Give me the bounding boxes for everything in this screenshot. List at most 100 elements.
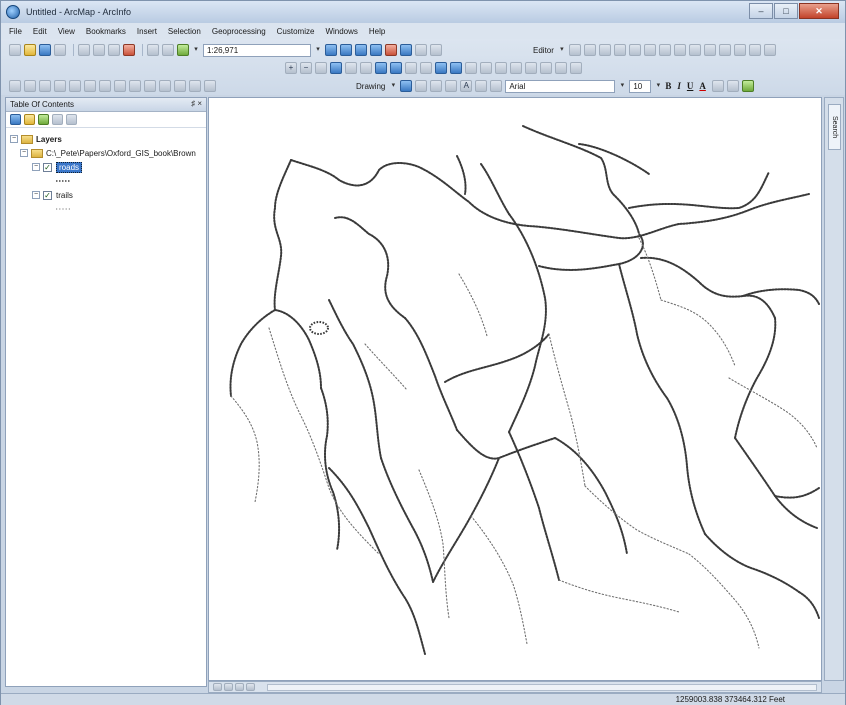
rectangle-icon[interactable]	[445, 80, 458, 92]
reshape-icon[interactable]	[673, 44, 686, 56]
save-icon[interactable]	[39, 44, 51, 56]
bold-button[interactable]: B	[665, 81, 671, 91]
pause-drawing-icon[interactable]	[246, 683, 255, 691]
menu-customize[interactable]: Customize	[277, 27, 315, 36]
line-color-icon[interactable]	[726, 80, 739, 92]
collapse-icon[interactable]: −	[10, 135, 18, 143]
marker-color-icon[interactable]	[741, 80, 754, 92]
split-icon[interactable]	[703, 44, 716, 56]
find-icon[interactable]	[510, 62, 522, 74]
cut-polygons-icon[interactable]	[688, 44, 701, 56]
go-to-xy-icon[interactable]	[540, 62, 552, 74]
point-icon[interactable]	[643, 44, 656, 56]
horizontal-scrollbar[interactable]	[267, 684, 817, 691]
font-name-dropdown-icon[interactable]: ▾	[618, 80, 626, 92]
toggle-draft-mode-icon[interactable]	[159, 80, 171, 92]
fill-color-icon[interactable]	[711, 80, 724, 92]
drawing-menu[interactable]: Drawing	[356, 82, 385, 91]
close-button[interactable]: ✕	[799, 3, 839, 19]
copy-icon[interactable]	[93, 44, 105, 56]
zoom-whole-page-icon[interactable]	[54, 80, 66, 92]
workspace-row[interactable]: − C:\_Pete\Papers\Oxford_GIS_book\Brown	[10, 146, 206, 160]
full-extent-icon[interactable]	[330, 62, 342, 74]
list-by-source-icon[interactable]	[24, 114, 35, 125]
find-route-icon[interactable]	[525, 62, 537, 74]
refresh-icon[interactable]	[235, 683, 244, 691]
arctoolbox-icon[interactable]	[385, 44, 397, 56]
menu-geoprocessing[interactable]: Geoprocessing	[212, 27, 266, 36]
pan-icon[interactable]	[315, 62, 327, 74]
toc-options-icon[interactable]	[66, 114, 77, 125]
table-of-contents-icon[interactable]	[340, 44, 352, 56]
editor-menu[interactable]: Editor	[533, 46, 554, 55]
layer-name-trails[interactable]: trails	[56, 191, 73, 200]
text-tool-icon[interactable]: A	[460, 80, 473, 92]
sketch-properties-icon[interactable]	[748, 44, 761, 56]
new-document-icon[interactable]	[9, 44, 21, 56]
attributes-icon[interactable]	[733, 44, 746, 56]
straight-segment-icon[interactable]	[598, 44, 611, 56]
collapse-icon[interactable]: −	[20, 149, 28, 157]
search-window-icon[interactable]	[370, 44, 382, 56]
menu-insert[interactable]: Insert	[137, 27, 157, 36]
trace-icon[interactable]	[628, 44, 641, 56]
layer-row-roads[interactable]: − ✓ roads	[10, 160, 206, 174]
menu-help[interactable]: Help	[369, 27, 385, 36]
layout-zoom-in-icon[interactable]	[9, 80, 21, 92]
go-back-icon[interactable]	[375, 62, 387, 74]
add-data-dropdown-icon[interactable]: ▾	[192, 44, 200, 56]
data-driven-pages-icon[interactable]	[204, 80, 216, 92]
rotate-element-icon[interactable]	[415, 80, 428, 92]
font-color-button[interactable]: A	[699, 81, 706, 91]
layout-fixed-zoom-in-icon[interactable]	[84, 80, 96, 92]
time-slider-icon[interactable]	[555, 62, 567, 74]
clear-selection-icon[interactable]	[420, 62, 432, 74]
layout-forward-icon[interactable]	[129, 80, 141, 92]
edit-tool-icon[interactable]	[568, 44, 581, 56]
toc-window-controls[interactable]: ♯ ×	[191, 99, 202, 108]
paste-icon[interactable]	[108, 44, 120, 56]
font-size-dropdown-icon[interactable]: ▾	[654, 80, 662, 92]
callout-icon[interactable]	[475, 80, 488, 92]
focus-data-frame-icon[interactable]	[174, 80, 186, 92]
edit-annotation-icon[interactable]	[583, 44, 596, 56]
go-forward-icon[interactable]	[390, 62, 402, 74]
minimize-button[interactable]: –	[749, 3, 773, 19]
collapse-icon[interactable]: −	[32, 163, 40, 171]
rotate-icon[interactable]	[718, 44, 731, 56]
create-features-icon[interactable]	[763, 44, 776, 56]
scale-dropdown-icon[interactable]: ▾	[314, 44, 322, 56]
menu-selection[interactable]: Selection	[168, 27, 201, 36]
python-window-icon[interactable]	[400, 44, 412, 56]
menu-windows[interactable]: Windows	[325, 27, 357, 36]
html-popup-icon[interactable]	[480, 62, 492, 74]
list-by-drawing-order-icon[interactable]	[10, 114, 21, 125]
delete-icon[interactable]	[123, 44, 135, 56]
menu-view[interactable]: View	[58, 27, 75, 36]
zoom-out-icon[interactable]: −	[300, 62, 312, 74]
layers-dataframe-row[interactable]: − Layers	[10, 132, 206, 146]
search-tab[interactable]: Search	[828, 104, 841, 150]
model-builder-icon[interactable]	[415, 44, 427, 56]
redo-icon[interactable]	[162, 44, 174, 56]
maximize-button[interactable]: □	[774, 3, 798, 19]
editor-dropdown-icon[interactable]: ▾	[558, 44, 566, 56]
edit-vertices-icon[interactable]	[658, 44, 671, 56]
menu-edit[interactable]: Edit	[33, 27, 47, 36]
undo-icon[interactable]	[147, 44, 159, 56]
whats-this-icon[interactable]	[430, 44, 442, 56]
layout-zoom-out-icon[interactable]	[24, 80, 36, 92]
data-view-icon[interactable]	[213, 683, 222, 691]
print-icon[interactable]	[54, 44, 66, 56]
underline-button[interactable]: U	[687, 81, 694, 91]
list-by-visibility-icon[interactable]	[38, 114, 49, 125]
change-layout-icon[interactable]	[189, 80, 201, 92]
font-name-select[interactable]: Arial	[505, 79, 616, 93]
layer-row-trails[interactable]: − ✓ trails	[10, 188, 206, 202]
hyperlink-icon[interactable]	[465, 62, 477, 74]
map-display[interactable]	[208, 97, 822, 681]
select-elements-arrow-icon[interactable]	[400, 80, 413, 92]
layer-visibility-checkbox[interactable]: ✓	[43, 190, 52, 200]
add-data-icon[interactable]	[177, 44, 189, 56]
italic-button[interactable]: I	[677, 81, 681, 91]
